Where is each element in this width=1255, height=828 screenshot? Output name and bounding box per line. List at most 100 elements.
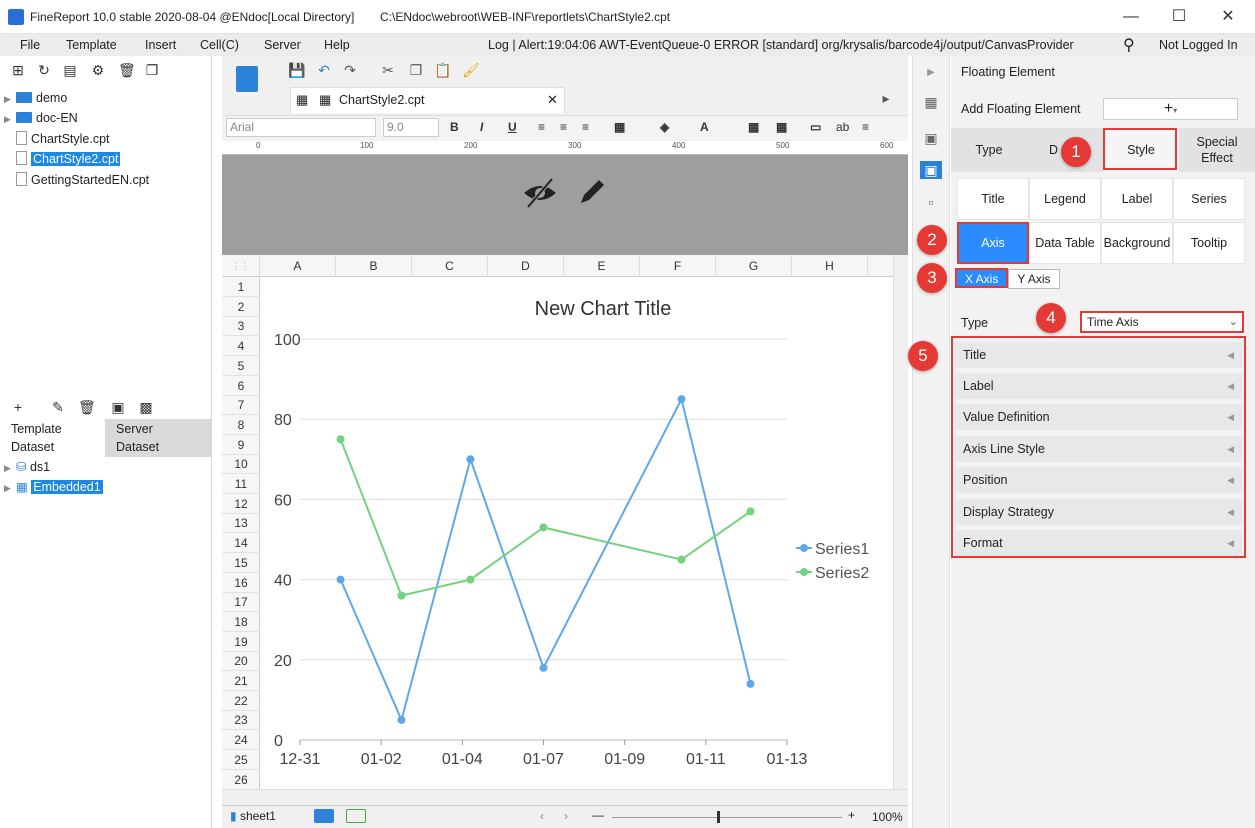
- column-f[interactable]: F: [640, 255, 716, 277]
- tree-item-chartstyle[interactable]: ChartStyle.cpt: [4, 130, 110, 148]
- subtab-axis[interactable]: Axis: [957, 222, 1029, 264]
- column-b[interactable]: B: [336, 255, 412, 277]
- tab-template-dataset[interactable]: Template Dataset: [11, 420, 62, 456]
- menu-server[interactable]: Server: [264, 38, 301, 52]
- row-number[interactable]: 16: [222, 573, 260, 593]
- row-number[interactable]: 24: [222, 730, 260, 751]
- tab-type[interactable]: Type: [951, 128, 1027, 172]
- select-all-corner[interactable]: ⋮⋮: [222, 255, 260, 277]
- align-left-icon[interactable]: ≡: [538, 120, 545, 134]
- horizontal-scrollbar[interactable]: [222, 789, 908, 805]
- menu-file[interactable]: File: [20, 38, 40, 52]
- row-number[interactable]: 19: [222, 632, 260, 652]
- section-value-definition[interactable]: Value Definition ◀: [955, 404, 1242, 430]
- floating-element-icon[interactable]: ▣: [920, 161, 942, 179]
- row-number[interactable]: 10: [222, 454, 260, 475]
- copy-icon[interactable]: ❐: [408, 62, 424, 78]
- cell-attribute-icon[interactable]: ▦: [922, 93, 940, 111]
- section-title[interactable]: Title ◀: [955, 342, 1242, 368]
- tree-item-gettingstarted[interactable]: GettingStartedEN.cpt: [4, 171, 149, 189]
- condition-icon[interactable]: ▫: [922, 193, 940, 211]
- delete-icon[interactable]: 🗑: [118, 62, 136, 78]
- x-axis-tab[interactable]: X Axis: [955, 268, 1009, 288]
- merge-icon[interactable]: ▦: [748, 120, 759, 134]
- minimize-button[interactable]: —: [1116, 6, 1146, 28]
- paste-icon[interactable]: 📋: [434, 62, 451, 78]
- row-number[interactable]: 26: [222, 770, 260, 790]
- underline-icon[interactable]: U: [508, 120, 517, 134]
- cut-icon[interactable]: ✂: [380, 62, 396, 78]
- row-number[interactable]: 18: [222, 612, 260, 632]
- edit-icon[interactable]: ✎: [50, 399, 66, 415]
- subtab-title[interactable]: Title: [957, 178, 1029, 220]
- next-sheet-icon[interactable]: ›: [564, 809, 568, 823]
- dataset-settings-icon[interactable]: ▩: [138, 399, 154, 415]
- indent-icon[interactable]: ≡: [862, 120, 869, 134]
- unmerge-icon[interactable]: ▦: [776, 120, 787, 134]
- subtab-label[interactable]: Label: [1101, 178, 1173, 220]
- row-number[interactable]: 6: [222, 376, 260, 396]
- dataset-item-ds1[interactable]: ▶ ⛁ ds1: [4, 458, 50, 476]
- row-number[interactable]: 1: [222, 277, 260, 297]
- fill-color-icon[interactable]: ◈: [660, 120, 669, 134]
- tab-chartstyle2[interactable]: ▦ ▦ ChartStyle2.cpt ✕: [290, 87, 565, 113]
- menu-insert[interactable]: Insert: [145, 38, 176, 52]
- font-select[interactable]: Arial: [226, 118, 376, 137]
- align-right-icon[interactable]: ≡: [582, 120, 589, 134]
- row-number[interactable]: 12: [222, 494, 260, 514]
- sheet-tab[interactable]: ▮ sheet1: [230, 809, 276, 823]
- add-sheet-icon[interactable]: [314, 809, 334, 823]
- close-button[interactable]: ✕: [1213, 6, 1243, 28]
- undo-icon[interactable]: ↶: [316, 62, 332, 78]
- refresh-icon[interactable]: ↻: [36, 62, 52, 78]
- tab-server-dataset[interactable]: Server Dataset: [105, 419, 212, 457]
- row-number[interactable]: 8: [222, 415, 260, 435]
- zoom-slider-handle[interactable]: [717, 811, 720, 823]
- row-number[interactable]: 21: [222, 671, 260, 691]
- section-position[interactable]: Position ◀: [955, 467, 1242, 493]
- preview-icon[interactable]: ▣: [110, 399, 126, 415]
- sheet-area[interactable]: New Chart Title 0 20 40 60 80 100 12-31 01-02 01-…: [260, 277, 893, 789]
- edit-icon[interactable]: [575, 175, 609, 209]
- settings-icon[interactable]: ⚙: [90, 62, 106, 78]
- search-icon[interactable]: ⚲: [1123, 35, 1135, 55]
- zoom-in-icon[interactable]: +: [848, 808, 855, 822]
- subtab-background[interactable]: Background: [1101, 222, 1173, 264]
- vertical-scrollbar[interactable]: [893, 255, 908, 790]
- tree-item-chartstyle2[interactable]: ChartStyle2.cpt: [4, 150, 121, 168]
- section-display-strategy[interactable]: Display Strategy ◀: [955, 499, 1242, 525]
- section-format[interactable]: Format ◀: [955, 530, 1242, 556]
- row-number[interactable]: 25: [222, 750, 260, 770]
- row-number[interactable]: 3: [222, 316, 260, 337]
- delete-dataset-icon[interactable]: 🗑: [78, 399, 96, 415]
- wrap-icon[interactable]: ▭: [810, 120, 821, 134]
- row-number[interactable]: 5: [222, 356, 260, 376]
- new-folder-icon[interactable]: ⊞: [10, 62, 26, 78]
- tab-special-effect[interactable]: Special Effect: [1179, 128, 1255, 172]
- bold-icon[interactable]: B: [450, 120, 459, 134]
- add-dataset-icon[interactable]: +: [10, 399, 26, 415]
- properties-icon[interactable]: ▤: [62, 62, 78, 78]
- column-g[interactable]: G: [716, 255, 792, 277]
- italic-icon[interactable]: I: [480, 120, 483, 134]
- subtab-tooltip[interactable]: Tooltip: [1173, 222, 1245, 264]
- subtab-series[interactable]: Series: [1173, 178, 1245, 220]
- row-number[interactable]: 22: [222, 691, 260, 711]
- hide-icon[interactable]: [520, 177, 560, 209]
- menu-template[interactable]: Template: [66, 38, 117, 52]
- row-number[interactable]: 11: [222, 474, 260, 494]
- axis-type-select[interactable]: Time Axis ⌄: [1080, 311, 1244, 333]
- row-number[interactable]: 17: [222, 592, 260, 613]
- dataset-item-embedded1[interactable]: ▶ ▦ Embedded1: [4, 478, 103, 496]
- section-axis-line-style[interactable]: Axis Line Style ◀: [955, 436, 1242, 462]
- save-icon[interactable]: 💾: [288, 62, 305, 78]
- row-number[interactable]: 9: [222, 435, 260, 455]
- zoom-slider[interactable]: [612, 817, 842, 818]
- subtab-data-table[interactable]: Data Table: [1029, 222, 1101, 264]
- template-icon[interactable]: [236, 66, 258, 92]
- row-number[interactable]: 23: [222, 710, 260, 731]
- tree-item-doc-en[interactable]: ▶ doc-EN: [4, 109, 78, 127]
- align-center-icon[interactable]: ≡: [560, 120, 567, 134]
- row-number[interactable]: 7: [222, 395, 260, 416]
- row-number[interactable]: 20: [222, 651, 260, 672]
